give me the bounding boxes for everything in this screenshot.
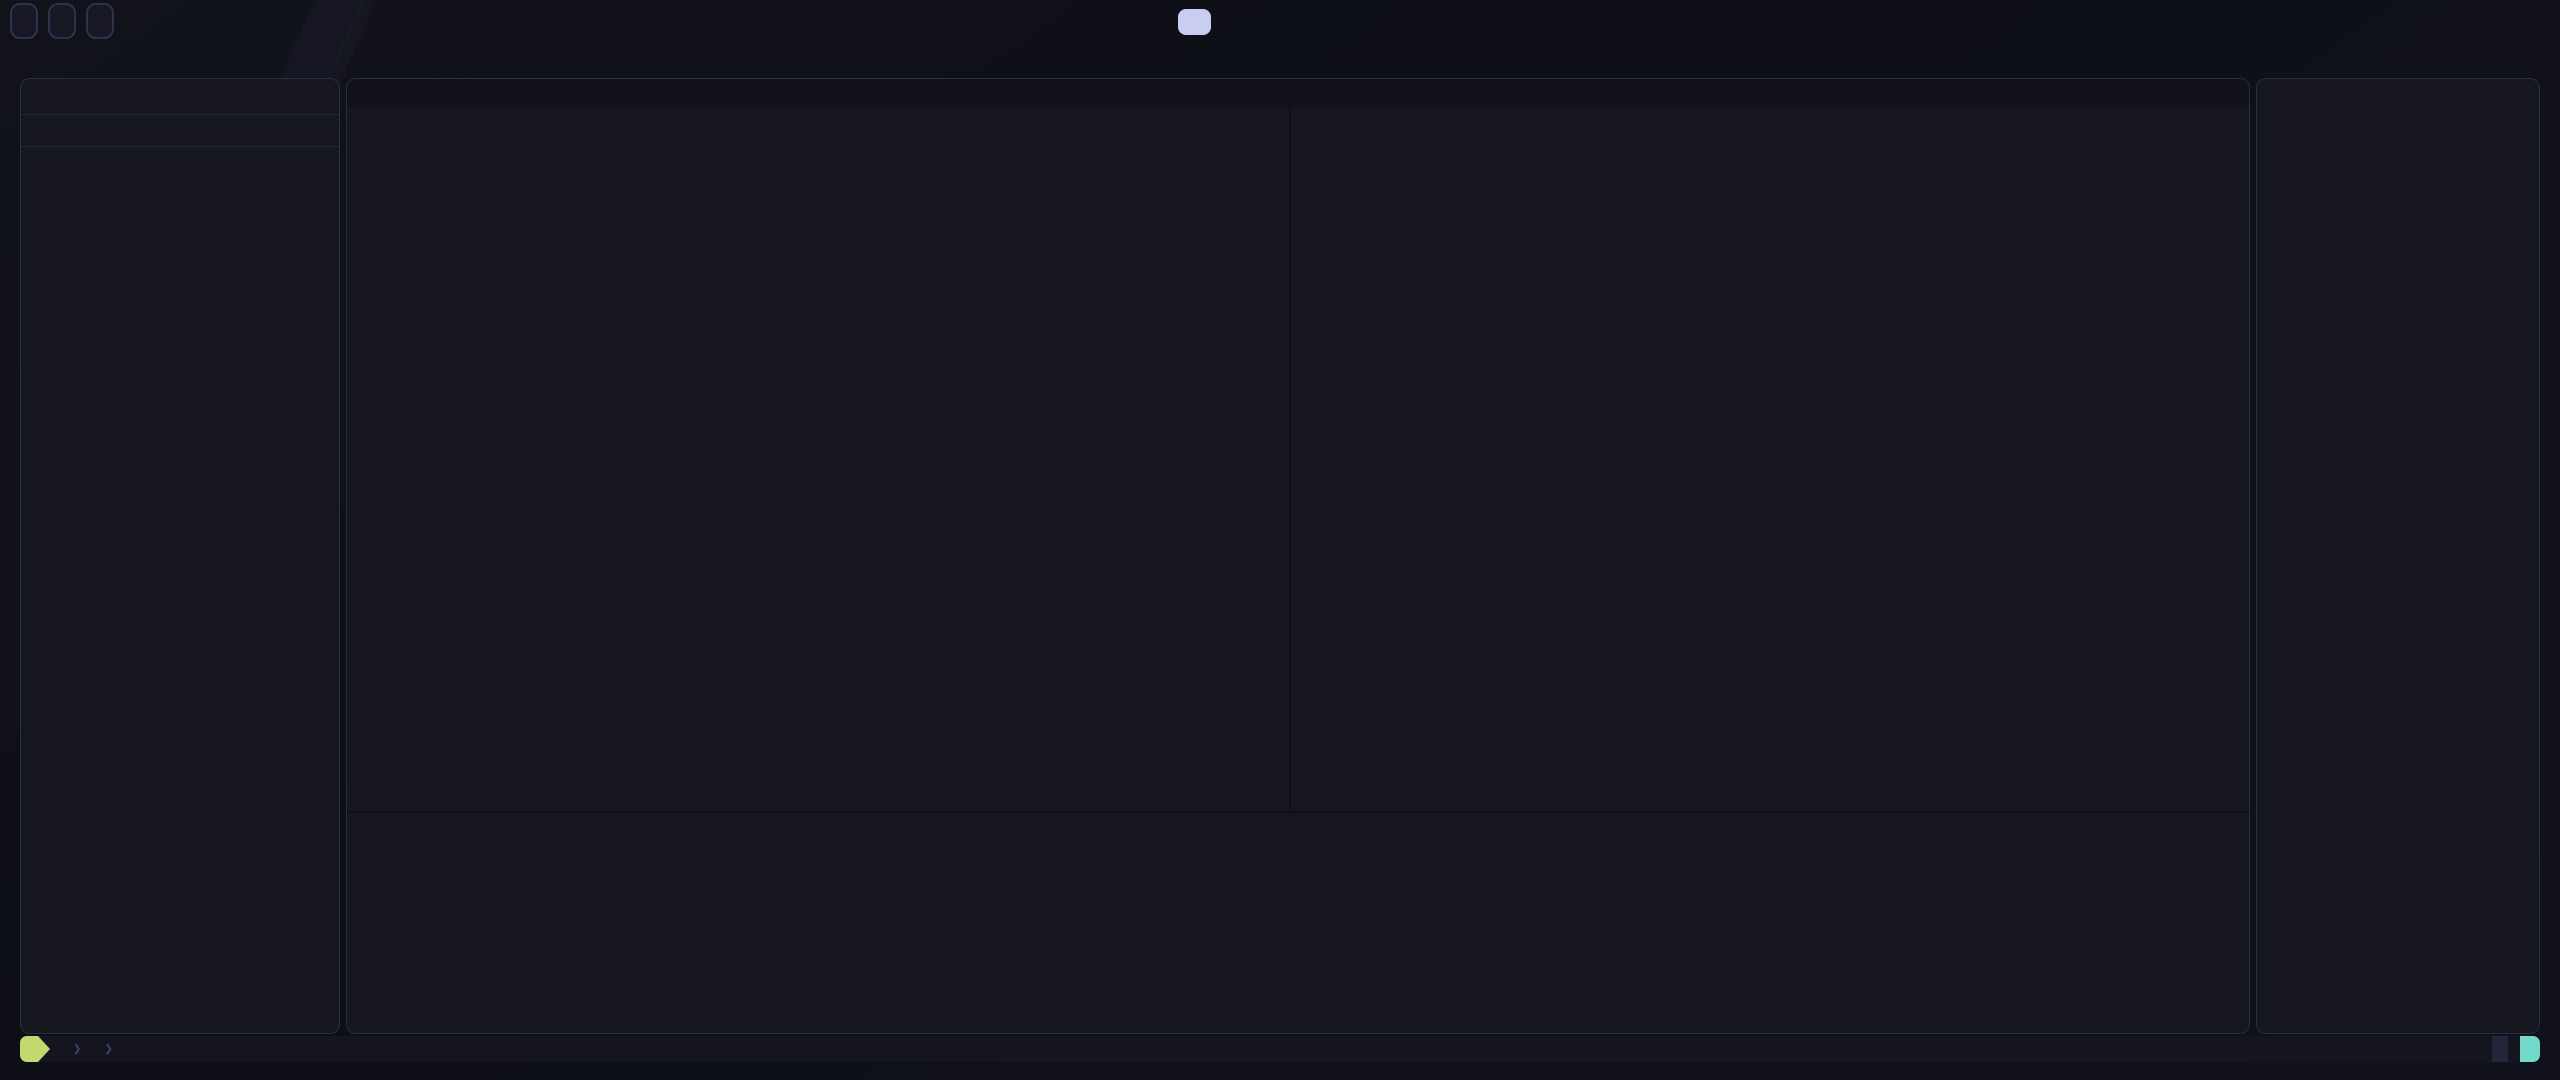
floaterm-terminal[interactable] [347, 811, 2249, 1033]
cursor-position [2520, 1036, 2540, 1062]
bufferline-tabbar [347, 79, 2249, 107]
editor-pane-color-lua[interactable] [347, 107, 1289, 283]
audio-visualizer [86, 3, 114, 39]
sidebar-title [21, 79, 339, 87]
now-playing-widget[interactable] [1178, 9, 1211, 35]
neo-tree-git-header[interactable] [21, 119, 339, 142]
app-shortcuts [48, 3, 76, 39]
nvim-window: ❯ ❯ [20, 78, 2540, 1062]
editor-pane-rustywind-lua[interactable] [347, 283, 1289, 811]
terminals-header[interactable] [21, 174, 339, 197]
neo-tree-buffers-header[interactable] [21, 151, 339, 174]
neo-tree-header[interactable] [21, 87, 339, 110]
launcher-button[interactable] [10, 3, 38, 39]
neo-tree-sidebar [20, 78, 340, 1034]
scroll-percentage [2492, 1036, 2508, 1062]
top-status-bar [0, 0, 2560, 42]
sidebar-title [2257, 79, 2539, 87]
vim-mode-indicator [20, 1036, 50, 1062]
symbols-outline-header[interactable] [2257, 87, 2539, 110]
statusline: ❯ ❯ [20, 1036, 2540, 1062]
editor-area [346, 78, 2250, 1034]
symbols-outline-sidebar [2256, 78, 2540, 1034]
editor-pane-lsp-extended-lua[interactable] [1291, 107, 2249, 811]
